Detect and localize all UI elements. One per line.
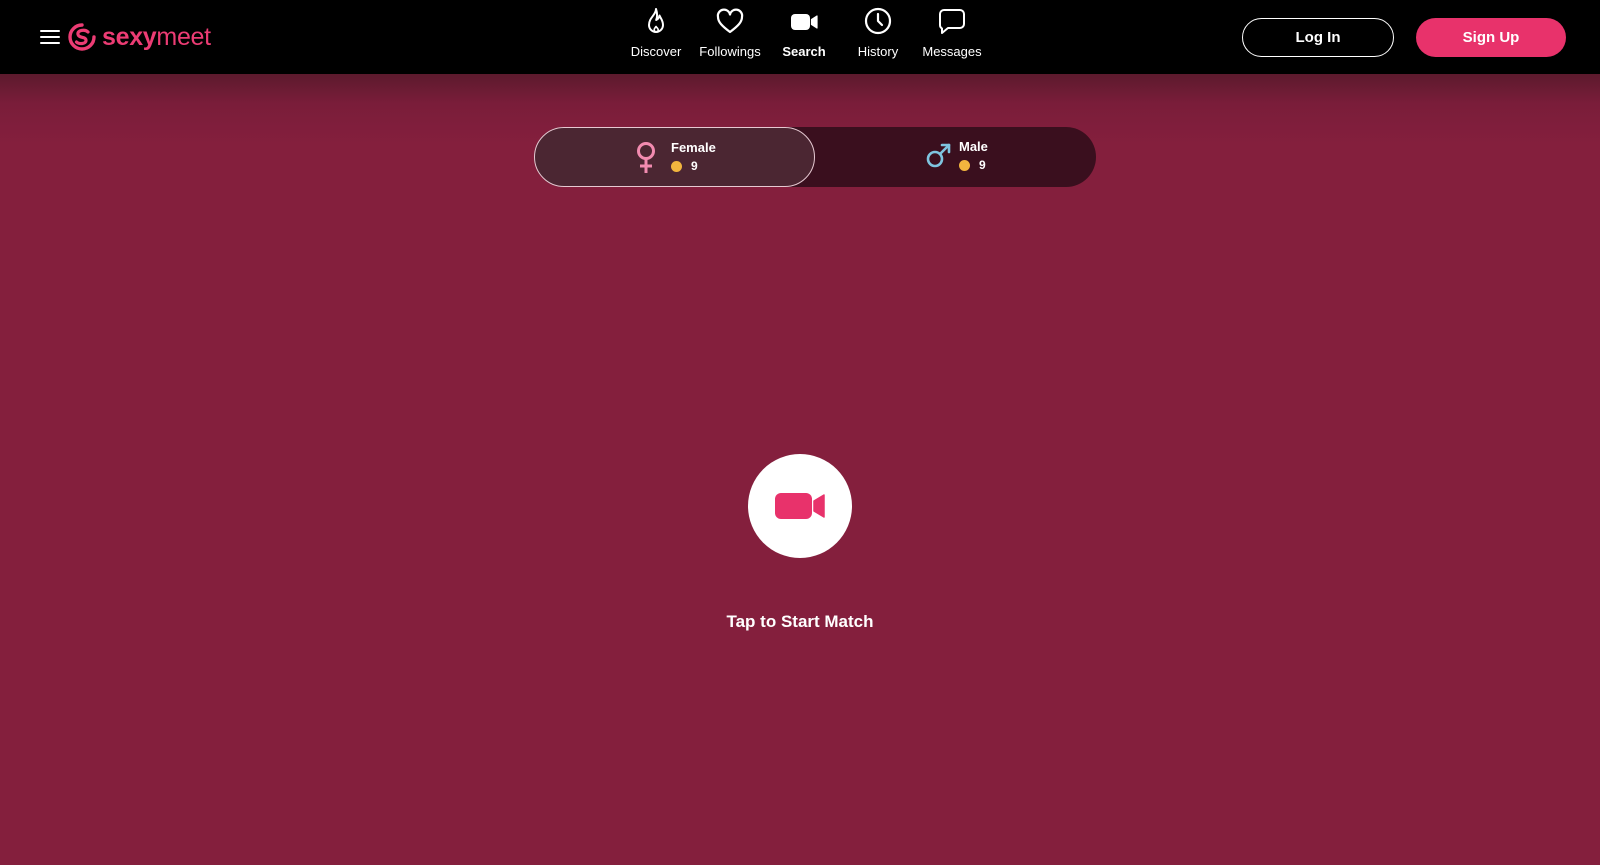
heart-icon — [716, 8, 744, 34]
login-button[interactable]: Log In — [1242, 18, 1394, 57]
gender-cost-female: 9 — [671, 158, 698, 174]
nav-item-discover[interactable]: Discover — [616, 6, 696, 66]
gender-option-male[interactable]: Male 9 — [815, 127, 1096, 187]
hamburger-menu-icon[interactable] — [37, 24, 63, 50]
nav-item-history[interactable]: History — [838, 6, 918, 66]
male-symbol-icon — [926, 143, 951, 168]
logo-wordmark: sexymeet — [102, 22, 211, 52]
female-symbol-icon — [637, 142, 655, 173]
flame-icon — [648, 8, 664, 33]
top-navigation-bar: sexymeet Discover Followings Search Hist… — [0, 0, 1600, 74]
coin-icon — [671, 160, 682, 172]
gender-label-male: Male — [959, 139, 988, 154]
coin-icon — [959, 159, 970, 171]
chat-bubble-icon — [938, 9, 965, 34]
gender-cost-value-male: 9 — [979, 158, 986, 172]
video-camera-icon — [791, 14, 818, 30]
gender-cost-value-female: 9 — [691, 159, 698, 173]
logo-text-light: meet — [156, 23, 211, 51]
gender-filter-switch: Female 9 Male 9 — [534, 127, 1096, 187]
start-match-label: Tap to Start Match — [726, 612, 874, 631]
sexymeet-logo[interactable]: sexymeet — [67, 20, 211, 54]
nav-label-discover: Discover — [630, 44, 682, 59]
gender-label-female: Female — [671, 140, 716, 155]
nav-item-messages[interactable]: Messages — [912, 6, 992, 66]
video-camera-icon — [775, 493, 825, 519]
nav-label-search: Search — [782, 44, 826, 59]
nav-item-search[interactable]: Search — [764, 6, 844, 66]
clock-icon — [864, 7, 892, 35]
nav-label-messages: Messages — [922, 44, 982, 59]
sexymeet-logo-icon — [68, 23, 96, 51]
signup-button[interactable]: Sign Up — [1416, 18, 1566, 57]
nav-label-history: History — [857, 44, 899, 59]
logo-text-bold: sexy — [102, 23, 157, 51]
gender-cost-male: 9 — [959, 157, 986, 173]
start-match-button[interactable] — [748, 454, 852, 558]
nav-label-followings: Followings — [699, 44, 761, 59]
gender-option-female[interactable]: Female 9 — [534, 127, 815, 187]
match-area: Female 9 Male 9 Tap to Start Match — [0, 74, 1600, 865]
nav-item-followings[interactable]: Followings — [690, 6, 770, 66]
